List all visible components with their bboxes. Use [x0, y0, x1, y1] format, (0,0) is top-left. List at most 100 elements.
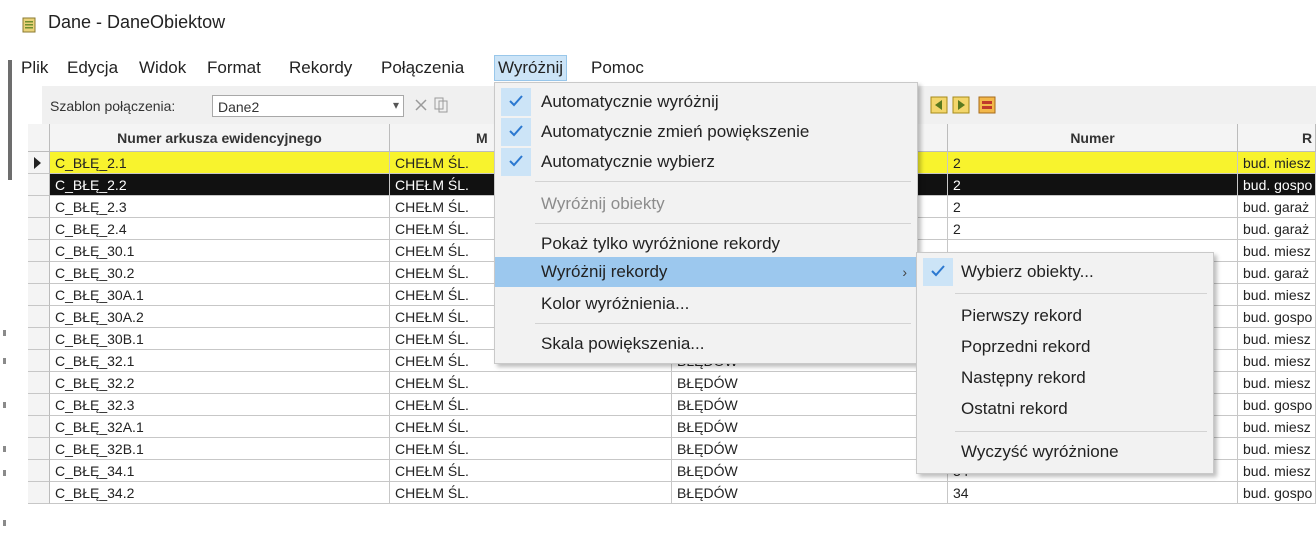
table-cell[interactable]: bud. miesz — [1238, 328, 1316, 350]
table-cell[interactable]: 34 — [948, 482, 1238, 504]
menu-format[interactable]: Format — [204, 56, 264, 80]
row-selector[interactable] — [28, 284, 50, 306]
table-cell[interactable]: bud. gospo — [1238, 482, 1316, 504]
table-row[interactable]: C_BŁĘ_34.2 CHEŁM ŚL. BŁĘDÓW 34 bud. gospo — [28, 482, 1316, 504]
table-cell[interactable]: C_BŁĘ_30A.2 — [50, 306, 390, 328]
submenu-item-last-record[interactable]: Ostatni rekord — [917, 394, 1213, 424]
menu-edycja[interactable]: Edycja — [64, 56, 121, 80]
submenu-item-first-record[interactable]: Pierwszy rekord — [917, 301, 1213, 331]
table-cell[interactable]: CHEŁM ŚL. — [390, 482, 672, 504]
table-cell[interactable]: C_BŁĘ_32.1 — [50, 350, 390, 372]
table-cell[interactable]: C_BŁĘ_32A.1 — [50, 416, 390, 438]
submenu-item-previous-record[interactable]: Poprzedni rekord — [917, 332, 1213, 362]
row-selector[interactable] — [28, 482, 50, 504]
table-cell[interactable]: bud. miesz — [1238, 460, 1316, 482]
table-cell[interactable]: bud. gospo — [1238, 306, 1316, 328]
menu-polaczenia[interactable]: Połączenia — [378, 56, 467, 80]
menu-item-highlight-color[interactable]: Kolor wyróżnienia... — [495, 289, 917, 319]
table-cell[interactable]: C_BŁĘ_2.1 — [50, 152, 390, 174]
table-cell[interactable]: 2 — [948, 218, 1238, 240]
table-cell[interactable]: 2 — [948, 174, 1238, 196]
table-cell[interactable]: bud. gospo — [1238, 394, 1316, 416]
menu-separator — [535, 223, 911, 224]
table-cell[interactable]: bud. garaż — [1238, 196, 1316, 218]
table-cell[interactable]: C_BŁĘ_2.2 — [50, 174, 390, 196]
row-selector[interactable] — [28, 218, 50, 240]
row-selector[interactable] — [28, 328, 50, 350]
edge-tick — [3, 470, 6, 476]
table-cell[interactable]: bud. miesz — [1238, 284, 1316, 306]
table-cell[interactable]: C_BŁĘ_34.1 — [50, 460, 390, 482]
table-cell[interactable]: BŁĘDÓW — [672, 372, 948, 394]
column-header[interactable]: Numer — [948, 124, 1238, 152]
next-record-icon[interactable] — [952, 96, 970, 114]
menu-item-label: Automatycznie wybierz — [541, 152, 715, 171]
table-cell[interactable]: bud. miesz — [1238, 372, 1316, 394]
table-cell[interactable]: bud. gospo — [1238, 174, 1316, 196]
table-cell[interactable]: BŁĘDÓW — [672, 416, 948, 438]
row-selector[interactable] — [28, 174, 50, 196]
table-cell[interactable]: bud. garaż — [1238, 218, 1316, 240]
row-selector[interactable] — [28, 460, 50, 482]
menu-item-highlight-records[interactable]: Wyróżnij rekordy › — [495, 257, 917, 287]
row-selector[interactable] — [28, 306, 50, 328]
menu-wyroznij[interactable]: Wyróżnij — [494, 55, 568, 81]
table-cell[interactable]: C_BŁĘ_30A.1 — [50, 284, 390, 306]
menu-item-show-highlighted-only[interactable]: Pokaż tylko wyróżnione rekordy — [495, 229, 917, 259]
table-cell[interactable]: bud. miesz — [1238, 416, 1316, 438]
row-selector[interactable] — [28, 394, 50, 416]
table-cell[interactable]: bud. miesz — [1238, 240, 1316, 262]
delete-icon[interactable] — [412, 96, 430, 114]
row-selector[interactable] — [28, 196, 50, 218]
first-record-icon[interactable] — [930, 96, 948, 114]
table-cell[interactable]: CHEŁM ŚL. — [390, 460, 672, 482]
column-header[interactable]: Numer arkusza ewidencyjnego — [50, 124, 390, 152]
menu-widok[interactable]: Widok — [136, 56, 189, 80]
menu-item-highlight-objects[interactable]: Wyróżnij obiekty — [495, 189, 917, 219]
table-cell[interactable]: C_BŁĘ_30.2 — [50, 262, 390, 284]
table-cell[interactable]: CHEŁM ŚL. — [390, 394, 672, 416]
table-cell[interactable]: bud. miesz — [1238, 152, 1316, 174]
column-header[interactable]: R — [1238, 124, 1316, 152]
table-cell[interactable]: C_BŁĘ_30B.1 — [50, 328, 390, 350]
row-selector[interactable] — [28, 262, 50, 284]
menu-plik[interactable]: Plik — [18, 56, 51, 80]
table-cell[interactable]: BŁĘDÓW — [672, 460, 948, 482]
table-cell[interactable]: CHEŁM ŚL. — [390, 416, 672, 438]
table-cell[interactable]: bud. garaż — [1238, 262, 1316, 284]
table-cell[interactable]: C_BŁĘ_34.2 — [50, 482, 390, 504]
menu-item-auto-highlight[interactable]: Automatycznie wyróżnij — [495, 87, 917, 117]
menu-item-zoom-scale[interactable]: Skala powiększenia... — [495, 329, 917, 359]
table-cell[interactable]: BŁĘDÓW — [672, 394, 948, 416]
table-cell[interactable]: CHEŁM ŚL. — [390, 438, 672, 460]
submenu-item-next-record[interactable]: Następny rekord — [917, 363, 1213, 393]
table-cell[interactable]: CHEŁM ŚL. — [390, 372, 672, 394]
table-cell[interactable]: 2 — [948, 196, 1238, 218]
table-cell[interactable]: C_BŁĘ_32.3 — [50, 394, 390, 416]
table-cell[interactable]: C_BŁĘ_32B.1 — [50, 438, 390, 460]
menu-item-auto-zoom[interactable]: Automatycznie zmień powiększenie — [495, 117, 917, 147]
row-selector[interactable] — [28, 152, 50, 174]
table-cell[interactable]: bud. miesz — [1238, 350, 1316, 372]
highlight-records-icon[interactable] — [978, 96, 996, 114]
table-cell[interactable]: BŁĘDÓW — [672, 438, 948, 460]
submenu-item-select-objects[interactable]: Wybierz obiekty... — [917, 257, 1213, 287]
table-cell[interactable]: C_BŁĘ_30.1 — [50, 240, 390, 262]
table-cell[interactable]: C_BŁĘ_32.2 — [50, 372, 390, 394]
menu-pomoc[interactable]: Pomoc — [588, 56, 647, 80]
table-cell[interactable]: 2 — [948, 152, 1238, 174]
row-selector[interactable] — [28, 438, 50, 460]
row-selector[interactable] — [28, 240, 50, 262]
table-cell[interactable]: C_BŁĘ_2.3 — [50, 196, 390, 218]
table-cell[interactable]: bud. miesz — [1238, 438, 1316, 460]
menu-item-auto-select[interactable]: Automatycznie wybierz — [495, 147, 917, 177]
table-cell[interactable]: C_BŁĘ_2.4 — [50, 218, 390, 240]
submenu-item-clear-highlighted[interactable]: Wyczyść wyróżnione — [917, 437, 1213, 467]
menu-rekordy[interactable]: Rekordy — [286, 56, 355, 80]
table-cell[interactable]: BŁĘDÓW — [672, 482, 948, 504]
copy-icon[interactable] — [432, 96, 450, 114]
row-selector[interactable] — [28, 416, 50, 438]
template-select[interactable]: Dane2 ▾ — [212, 95, 404, 117]
row-selector[interactable] — [28, 372, 50, 394]
row-selector[interactable] — [28, 350, 50, 372]
